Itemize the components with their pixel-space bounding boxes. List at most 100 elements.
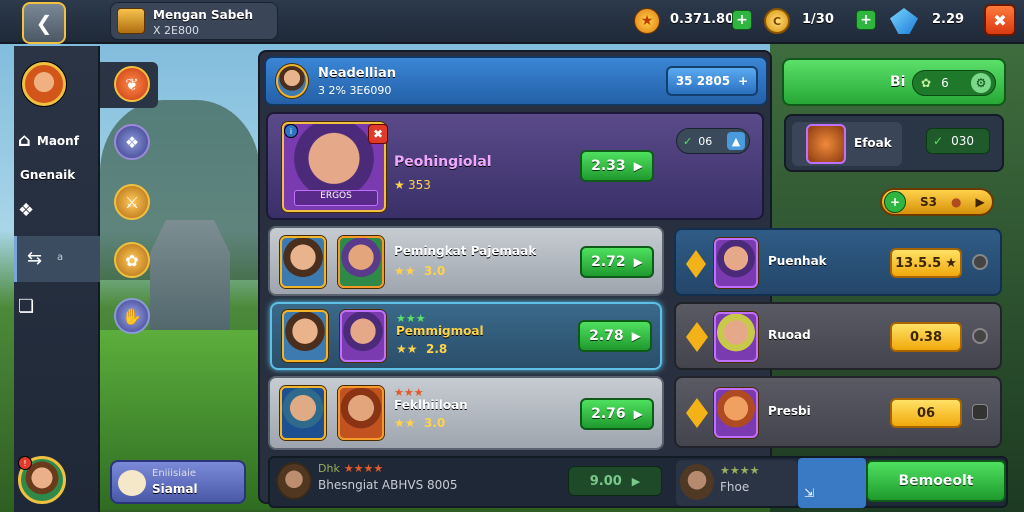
add-gold-button[interactable]: + (732, 10, 752, 30)
hero-row-2-button-label: 2.78 (589, 328, 624, 344)
footer-card[interactable]: ★★★★ Fhoe (676, 460, 798, 506)
arrow-right-icon: ▶ (975, 195, 985, 209)
sidebar-item-swap[interactable]: ❏ (18, 296, 34, 317)
hero-row-3-portrait-b (338, 386, 384, 440)
gem-value: 2.29 (932, 12, 965, 27)
plus-pill[interactable]: + S3 ● ▶ (880, 188, 994, 216)
upgrade-icon: ▲ (727, 132, 745, 150)
player-header: Neadellian 3 2% 3E6090 35 2805 + (264, 56, 768, 106)
arrow-right-icon: ▶ (631, 474, 641, 488)
map-marker-icon: ❖ (18, 200, 35, 221)
back-arrow-icon: ❮ (35, 11, 53, 35)
add-coin-button[interactable]: + (856, 10, 876, 30)
reward-2-crystal-icon (686, 322, 708, 352)
reward-row-1[interactable]: Puenhak 13.5.5 ★ (674, 228, 1002, 296)
reward-1-value: 13.5.5 (895, 255, 942, 271)
featured-hero-rating-star: ★ (394, 178, 405, 192)
back-button[interactable]: ❮ (22, 2, 66, 44)
confirm-button[interactable]: Bemoeolt (866, 460, 1006, 502)
item-value: 030 (951, 134, 974, 148)
hero-row-3-button[interactable]: 2.76 ▶ (580, 398, 654, 430)
footer-stars: ★★★★ (343, 462, 384, 475)
add-icon: + (884, 191, 906, 213)
hero-row-2-button[interactable]: 2.78 ▶ (578, 320, 652, 352)
hero-row-2-star-icon: ★★ (396, 342, 418, 356)
reward-2-button[interactable]: 0.38 (890, 322, 962, 352)
hero-row-1-button[interactable]: 2.72 ▶ (580, 246, 654, 278)
footer-label-text: Dhk (318, 462, 340, 475)
reward-2-info-icon[interactable] (972, 328, 988, 344)
reward-3-info-icon[interactable] (972, 404, 988, 420)
sidebar-item-gnenaik[interactable]: Gnenaik (20, 168, 75, 182)
hero-row-1-name: Pemingkat Pajemaak (394, 244, 537, 258)
sidebar-item-map[interactable]: ❖ (18, 200, 34, 221)
plus-icon: + (738, 74, 749, 88)
bottom-side-card[interactable]: Eniiisiaie Siamal (110, 460, 246, 504)
coin-icon: C (764, 8, 790, 34)
profile-chip[interactable]: Mengan Sabeh X 2E800 (110, 2, 278, 40)
sidebar-avatar[interactable] (22, 62, 66, 106)
sidebar-item-home[interactable]: ⌂ Maonf (18, 130, 79, 151)
profile-subtitle: X 2E800 (153, 24, 199, 37)
gear-icon: ⚙ (971, 73, 991, 93)
hero-row-2-name: Pemmigmoal (396, 324, 484, 338)
right-top-prefix: Bi (890, 74, 906, 90)
footer-value: 9.00 (589, 473, 622, 489)
sword-tool-icon[interactable]: ⚔ (114, 184, 150, 220)
plus-pill-value: S3 (920, 195, 937, 209)
confirm-button-label: Bemoeolt (898, 473, 974, 489)
gauntlet-tool-icon[interactable]: ✋ (114, 298, 150, 334)
footer-card-avatar (680, 464, 714, 500)
puzzle-icon: ❏ (18, 296, 35, 317)
reward-3-button[interactable]: 06 (890, 398, 962, 428)
reward-row-2[interactable]: Ruoad 0.38 (674, 302, 1002, 370)
player-action-button[interactable]: 35 2805 + (666, 66, 758, 96)
info-badge: i (284, 124, 298, 138)
player-name: Neadellian (318, 66, 396, 81)
sidebar-item-label: Maonf (36, 133, 79, 148)
reward-3-name: Presbi (768, 404, 811, 418)
fire-tool-icon[interactable]: ❦ (114, 66, 150, 102)
reward-1-button[interactable]: 13.5.5 ★ (890, 248, 962, 278)
right-top-green-button[interactable]: Bi ✿ 6 ⚙ (782, 58, 1006, 106)
hero-row-1-portrait-b (338, 236, 384, 288)
reward-3-value: 06 (916, 405, 936, 421)
hero-row-3[interactable]: ★★★ Feklhiiloan ★★ 3.0 2.76 ▶ (268, 376, 664, 450)
sidebar-item-selected[interactable]: ⇆ a (14, 236, 100, 282)
gold-currency: ★ 0.371.80 + (632, 6, 756, 36)
featured-hero-button-label: 2.33 (591, 158, 626, 174)
treasure-chest-icon (117, 8, 145, 34)
featured-hero-button[interactable]: 2.33 ▶ (580, 150, 654, 182)
reward-1-info-icon[interactable] (972, 254, 988, 270)
reward-1-star-icon: ★ (945, 255, 957, 271)
reward-3-portrait (714, 388, 758, 438)
hero-row-2[interactable]: ★★★ Pemmigmoal ★★ 2.8 2.78 ▶ (270, 302, 662, 370)
hero-row-1-button-label: 2.72 (591, 254, 626, 270)
footer-value-button[interactable]: 9.00 ▶ (568, 466, 662, 496)
reward-2-portrait (714, 312, 758, 362)
hero-row-1[interactable]: Pemingkat Pajemaak ★★ 3.0 2.72 ▶ (268, 226, 664, 296)
footer-selector[interactable]: ⇲ (798, 458, 866, 508)
item-card[interactable]: Efoak ✓ 030 (784, 114, 1004, 172)
remove-hero-icon[interactable]: ✖ (368, 124, 388, 144)
horn-tool-icon[interactable]: ✿ (114, 242, 150, 278)
gem-currency: 2.29 (888, 6, 968, 36)
reward-1-portrait (714, 238, 758, 288)
item-label: Efoak (854, 136, 892, 150)
profile-title: Mengan Sabeh (153, 8, 254, 22)
gold-value: 0.371.80 (670, 12, 735, 27)
reward-2-value: 0.38 (909, 329, 943, 345)
reward-row-3[interactable]: Presbi 06 (674, 376, 1002, 448)
player-action-label: 35 2805 (675, 74, 731, 88)
footer-label: Dhk ★★★★ (318, 462, 383, 475)
shield-tool-icon[interactable]: ❖ (114, 124, 150, 160)
featured-hero-tag: ERGOS (294, 190, 378, 206)
arrow-right-icon: ▶ (633, 255, 643, 269)
featured-mini-pill[interactable]: ✓ 06 ▲ (676, 128, 750, 154)
featured-hero-card: i ✖ ERGOS Peohingiolal ★ 353 ✓ 06 ▲ 2.33… (266, 112, 764, 220)
hero-row-3-name: Feklhiiloan (394, 398, 468, 412)
drop-icon: ● (951, 195, 962, 209)
bag-icon (806, 124, 846, 164)
arrow-right-icon: ▶ (633, 159, 643, 173)
close-button[interactable]: ✖ (984, 4, 1016, 36)
